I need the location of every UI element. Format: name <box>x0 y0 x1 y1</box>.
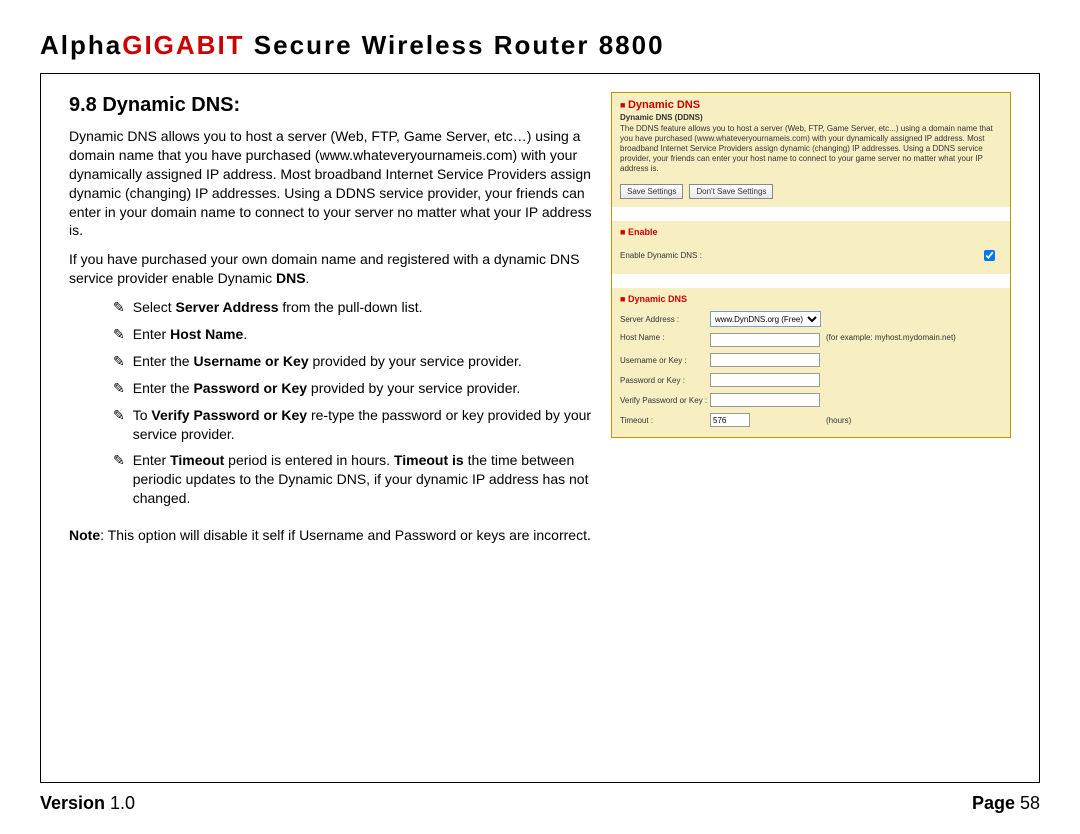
enable-ddns-checkbox[interactable] <box>984 250 995 261</box>
server-address-select[interactable]: www.DynDNS.org (Free) <box>710 311 821 327</box>
bullet-icon: ■ <box>620 294 625 304</box>
bullet-icon: ■ <box>620 227 625 237</box>
brand-prefix: Alpha <box>40 30 122 60</box>
pencil-icon: ✎ <box>113 298 125 317</box>
note-paragraph: Note: This option will disable it self i… <box>69 526 593 545</box>
document-title: AlphaGIGABIT Secure Wireless Router 8800 <box>40 30 1040 61</box>
list-item: ✎ Enter the Username or Key provided by … <box>113 352 593 371</box>
verify-password-input[interactable] <box>710 393 820 407</box>
ddns-panel: ■ Dynamic DNS Dynamic DNS (DDNS) The DDN… <box>611 92 1011 438</box>
save-settings-button[interactable]: Save Settings <box>620 184 683 199</box>
ddns-section-title: ■ Dynamic DNS <box>612 288 1010 308</box>
enable-ddns-label: Enable Dynamic DNS : <box>620 251 980 260</box>
timeout-input[interactable] <box>710 413 750 427</box>
instructions-column: 9.8 Dynamic DNS: Dynamic DNS allows you … <box>69 92 593 555</box>
dont-save-settings-button[interactable]: Don't Save Settings <box>689 184 773 199</box>
panel-title: Dynamic DNS <box>628 99 700 111</box>
brand-rest: Secure Wireless Router 8800 <box>245 30 665 60</box>
pencil-icon: ✎ <box>113 352 125 371</box>
enable-paragraph: If you have purchased your own domain na… <box>69 250 593 288</box>
page-label: Page 58 <box>972 793 1040 814</box>
list-item: ✎ To Verify Password or Key re-type the … <box>113 406 593 444</box>
version-label: Version 1.0 <box>40 793 135 814</box>
host-name-row: Host Name : (for example: myhost.mydomai… <box>612 330 1010 350</box>
pencil-icon: ✎ <box>113 325 125 344</box>
verify-password-row: Verify Password or Key : <box>612 390 1010 410</box>
timeout-hint: (hours) <box>826 416 851 425</box>
panel-description: The DDNS feature allows you to host a se… <box>612 122 1010 180</box>
host-name-input[interactable] <box>710 333 820 347</box>
password-input[interactable] <box>710 373 820 387</box>
bullet-icon: ■ <box>620 100 625 110</box>
section-heading: 9.8 Dynamic DNS: <box>69 92 593 119</box>
bullet-list: ✎ Select Server Address from the pull-do… <box>113 298 593 508</box>
username-label: Username or Key : <box>620 356 710 365</box>
username-row: Username or Key : <box>612 350 1010 370</box>
enable-section-title: ■ Enable <box>612 221 1010 241</box>
timeout-row: Timeout : (hours) <box>612 410 1010 437</box>
password-row: Password or Key : <box>612 370 1010 390</box>
host-name-hint: (for example: myhost.mydomain.net) <box>826 333 956 342</box>
server-address-label: Server Address : <box>620 315 710 324</box>
list-item: ✎ Enter the Password or Key provided by … <box>113 379 593 398</box>
pencil-icon: ✎ <box>113 451 125 508</box>
username-input[interactable] <box>710 353 820 367</box>
list-item: ✎ Enter Host Name. <box>113 325 593 344</box>
panel-subtitle: Dynamic DNS (DDNS) <box>612 113 1010 122</box>
footer: Version 1.0 Page 58 <box>40 783 1040 814</box>
verify-password-label: Verify Password or Key : <box>620 396 710 405</box>
list-item: ✎ Select Server Address from the pull-do… <box>113 298 593 317</box>
password-label: Password or Key : <box>620 376 710 385</box>
enable-row: Enable Dynamic DNS : <box>612 241 1010 274</box>
server-address-row: Server Address : www.DynDNS.org (Free) <box>612 308 1010 330</box>
pencil-icon: ✎ <box>113 406 125 444</box>
panel-header: ■ Dynamic DNS <box>612 93 1010 113</box>
screenshot-column: ■ Dynamic DNS Dynamic DNS (DDNS) The DDN… <box>611 92 1011 555</box>
intro-paragraph: Dynamic DNS allows you to host a server … <box>69 127 593 240</box>
list-item: ✎ Enter Timeout period is entered in hou… <box>113 451 593 508</box>
host-name-label: Host Name : <box>620 333 710 342</box>
content-frame: 9.8 Dynamic DNS: Dynamic DNS allows you … <box>40 73 1040 783</box>
timeout-label: Timeout : <box>620 416 710 425</box>
pencil-icon: ✎ <box>113 379 125 398</box>
brand-red: GIGABIT <box>122 30 244 60</box>
